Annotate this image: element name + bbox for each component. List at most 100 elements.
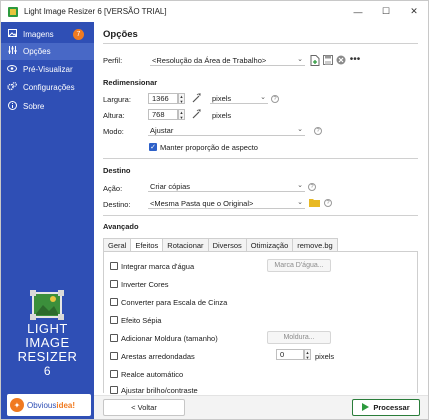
help-icon[interactable]: ?	[308, 183, 316, 191]
rounded-corner-stepper[interactable]: ▲ ▼	[304, 349, 311, 360]
effect-label: Ajustar brilho/contraste	[121, 386, 198, 395]
minimize-button[interactable]: —	[344, 1, 372, 22]
effect-checkbox[interactable]	[110, 280, 118, 288]
destination-select[interactable]: <Mesma Pasta que o Original> ⌄	[148, 198, 305, 209]
destination-label: Destino:	[103, 200, 131, 209]
effect-label: Efeito Sépia	[121, 316, 162, 325]
destination-value: <Mesma Pasta que o Original>	[150, 198, 254, 208]
magic-wand-icon[interactable]	[192, 92, 202, 103]
folder-icon[interactable]	[309, 197, 320, 208]
play-icon	[362, 402, 370, 413]
effects-panel: Integrar marca d'água Marca D'água... In…	[103, 251, 418, 395]
sidebar-item-label: Configurações	[23, 83, 75, 92]
close-button[interactable]: ✕	[400, 1, 428, 22]
effect-label: Arestas arredondadas	[121, 352, 195, 361]
effect-checkbox[interactable]	[110, 352, 118, 360]
sidebar-item-label: Imagens	[23, 30, 54, 39]
sidebar-item-configuracoes[interactable]: Configurações	[1, 79, 94, 96]
app-logo-icon	[29, 289, 65, 321]
window-title: Light Image Resizer 6 [VERSÃO TRIAL]	[24, 7, 167, 16]
keep-aspect-checkbox[interactable]: ✓	[149, 143, 157, 151]
profile-select[interactable]: <Resolução da Área de Trabalho> ⌄	[150, 55, 305, 66]
chevron-down-icon: ⌄	[297, 199, 303, 206]
maximize-button[interactable]: ☐	[372, 1, 400, 22]
tab-otimizacao[interactable]: Otimização	[245, 238, 294, 251]
effect-label: Converter para Escala de Cinza	[121, 298, 228, 307]
advanced-tabs: Geral Efeitos Rotacionar Diversos Otimiz…	[103, 238, 338, 252]
width-input[interactable]: 1366	[148, 93, 178, 104]
obviousidea-link[interactable]: ✦ Obvious idea!	[7, 394, 91, 416]
width-stepper[interactable]: ▲ ▼	[178, 93, 185, 104]
effect-label: Integrar marca d'água	[121, 262, 195, 271]
page-title: Opções	[103, 29, 138, 40]
save-icon[interactable]	[322, 54, 333, 66]
effect-checkbox[interactable]	[110, 262, 118, 270]
gears-icon	[7, 81, 17, 94]
rounded-unit-label: pixels	[315, 352, 335, 361]
delete-icon[interactable]	[335, 54, 346, 66]
keep-aspect-label: Manter proporção de aspecto	[160, 143, 258, 152]
sidebar-item-label: Sobre	[23, 102, 45, 111]
height-stepper[interactable]: ▲ ▼	[178, 109, 185, 120]
new-profile-icon[interactable]	[309, 54, 320, 66]
effect-checkbox[interactable]	[110, 386, 118, 394]
sidebar-item-imagens[interactable]: Imagens 7	[1, 26, 94, 43]
mode-value: Ajustar	[150, 125, 174, 135]
action-value: Criar cópias	[150, 181, 191, 191]
section-avancado: Avançado	[103, 222, 139, 231]
back-button[interactable]: < Voltar	[103, 399, 185, 416]
app-window: Light Image Resizer 6 [VERSÃO TRIAL] — ☐…	[0, 0, 429, 420]
section-destino: Destino	[103, 166, 131, 175]
tab-rotacionar[interactable]: Rotacionar	[162, 238, 209, 251]
tab-remove-bg[interactable]: remove.bg	[292, 238, 338, 251]
mode-label: Modo:	[103, 127, 124, 136]
effect-label: Realce automático	[121, 370, 184, 379]
frame-button[interactable]: Moldura...	[267, 331, 331, 344]
watermark-button[interactable]: Marca D'água...	[267, 259, 331, 272]
help-icon[interactable]: ?	[271, 95, 279, 103]
tab-diversos[interactable]: Diversos	[207, 238, 247, 251]
action-select[interactable]: Criar cópias ⌄	[148, 181, 305, 192]
profile-label: Perfil:	[103, 56, 123, 65]
section-redimensionar: Redimensionar	[103, 78, 158, 87]
sidebar-item-pre-visualizar[interactable]: Pré-Visualizar	[1, 61, 94, 78]
profile-value: <Resolução da Área de Trabalho>	[152, 55, 267, 65]
effect-checkbox[interactable]	[110, 316, 118, 324]
sidebar-item-label: Pré-Visualizar	[23, 65, 73, 74]
process-label: Processar	[373, 403, 410, 412]
sidebar-item-sobre[interactable]: Sobre	[1, 98, 94, 115]
title-bar: Light Image Resizer 6 [VERSÃO TRIAL] — ☐…	[1, 1, 428, 22]
effect-label: Adicionar Moldura (tamanho)	[121, 334, 218, 343]
help-icon[interactable]: ?	[324, 199, 332, 207]
sidebar-item-opcoes[interactable]: Opções	[1, 43, 94, 60]
mode-select[interactable]: Ajustar ⌄	[148, 125, 305, 136]
effect-checkbox[interactable]	[110, 298, 118, 306]
effect-checkbox[interactable]	[110, 334, 118, 342]
sidebar-item-label: Opções	[23, 47, 51, 56]
sliders-icon	[7, 46, 17, 57]
info-icon	[7, 100, 17, 113]
app-icon	[8, 6, 18, 17]
magic-wand-icon[interactable]	[192, 108, 202, 119]
unit-select[interactable]: pixels ⌄	[210, 93, 268, 104]
sidebar: Imagens 7 Opções Pré-Visualizar Configur…	[1, 22, 94, 419]
chevron-down-icon: ⌄	[297, 182, 303, 189]
more-options-icon[interactable]: •••	[348, 53, 362, 65]
height-unit-label: pixels	[212, 111, 232, 120]
tab-efeitos[interactable]: Efeitos	[130, 238, 164, 252]
rounded-corner-input[interactable]: 0	[276, 349, 304, 360]
logo-line: 6	[43, 364, 52, 378]
help-icon[interactable]: ?	[314, 127, 322, 135]
tab-geral[interactable]: Geral	[103, 238, 132, 251]
logo-line: IMAGE	[25, 335, 70, 350]
height-input[interactable]: 768	[148, 109, 178, 120]
options-panel: Opções Perfil: <Resolução da Área de Tra…	[94, 22, 428, 419]
divider	[103, 158, 418, 159]
divider	[103, 215, 418, 216]
process-button[interactable]: Processar	[352, 399, 420, 416]
effect-label: Inverter Cores	[121, 280, 169, 289]
effect-checkbox[interactable]	[110, 370, 118, 378]
width-label: Largura:	[103, 95, 131, 104]
height-label: Altura:	[103, 111, 125, 120]
chevron-down-icon: ⌄	[260, 94, 266, 101]
